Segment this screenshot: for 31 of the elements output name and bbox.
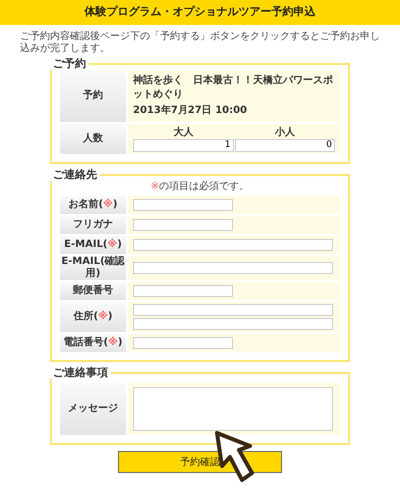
input-field[interactable] (133, 219, 233, 231)
table-header: メッセージ (60, 383, 126, 435)
table-header: 人数 (60, 124, 126, 154)
table-header: フリガナ (60, 216, 126, 234)
message-field[interactable] (133, 387, 333, 431)
input-field[interactable] (133, 337, 233, 349)
intro-text: ご予約内容確認後ページ下の「予約する」ボタンをクリックするとご予約お申し込みが完了します。 (20, 31, 380, 55)
table-header: 電話番号(※) (60, 334, 126, 352)
table-header: 住所(※) (60, 302, 126, 332)
input-field[interactable] (133, 239, 333, 251)
input-field[interactable] (133, 199, 233, 211)
required-note: ※の項目は必須です。 (150, 181, 250, 193)
page-title: 体験プログラム・オプショナルツアー予約申込 (84, 4, 316, 20)
count-field[interactable]: 0 (234, 139, 335, 152)
section-legend: ご連絡先 (50, 168, 100, 181)
input-field[interactable] (133, 318, 333, 330)
column-label: 大人 (173, 126, 194, 139)
table-header: E-MAIL(※) (60, 236, 126, 254)
section-legend: ご連絡事項 (50, 366, 111, 379)
column-label: 小人 (274, 126, 295, 139)
count-field[interactable]: 1 (133, 139, 234, 152)
input-field[interactable] (133, 262, 333, 274)
table-header: お名前(※) (60, 196, 126, 214)
table-header: E-MAIL(確認用) (60, 256, 126, 280)
plan-date: 2013年7月27日 10:00 (133, 104, 248, 118)
plan-name: 神話を歩く 日本最古！！天橋立パワースポットめぐり (133, 74, 334, 102)
table-header: 郵便番号 (60, 282, 126, 300)
input-field[interactable] (133, 304, 333, 316)
section-legend: ご予約 (50, 57, 89, 70)
table-header: 予約 (60, 70, 126, 122)
input-field[interactable] (133, 285, 233, 297)
